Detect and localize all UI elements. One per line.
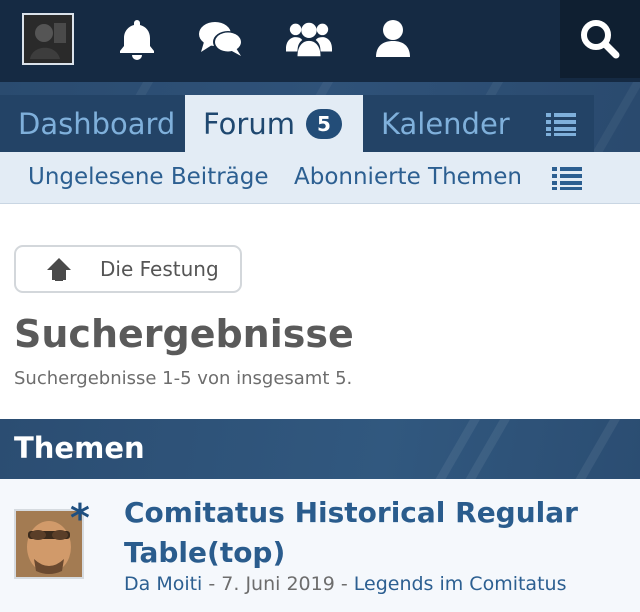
decor-stripe bbox=[586, 82, 640, 152]
search-icon bbox=[581, 20, 620, 59]
thread-author-link[interactable]: Da Moiti bbox=[124, 573, 202, 595]
breadcrumb-label: Die Festung bbox=[100, 257, 219, 281]
tab-label: Dashboard bbox=[18, 106, 176, 141]
section-title: Themen bbox=[14, 431, 145, 465]
thread-list-item: * Comitatus Historical Regular Table(top… bbox=[0, 479, 640, 612]
main-navigation: Dashboard Forum 5 Kalender bbox=[0, 82, 640, 152]
user-icon[interactable] bbox=[370, 16, 416, 62]
unread-count-badge: 5 bbox=[305, 108, 342, 139]
chat-bubbles-icon[interactable] bbox=[198, 16, 244, 62]
tab-dashboard[interactable]: Dashboard bbox=[0, 95, 185, 152]
tab-kalender[interactable]: Kalender bbox=[363, 95, 528, 152]
thread-board-link[interactable]: Legends im Comitatus bbox=[354, 573, 567, 595]
meta-separator: - bbox=[334, 573, 354, 595]
arrow-up-icon bbox=[44, 257, 74, 281]
breadcrumb-up-button[interactable]: Die Festung bbox=[14, 245, 242, 293]
thread-title-link[interactable]: Comitatus Historical Regular Table(top) bbox=[124, 493, 624, 573]
sub-navigation: Ungelesene Beiträge Abonnierte Themen bbox=[0, 152, 640, 204]
subnav-unread-posts[interactable]: Ungelesene Beiträge bbox=[28, 164, 269, 190]
search-button[interactable] bbox=[560, 0, 640, 78]
users-icon[interactable] bbox=[286, 16, 332, 62]
page-description: Suchergebnisse 1-5 von insgesamt 5. bbox=[14, 368, 353, 389]
top-bar bbox=[0, 0, 640, 82]
subnav-list-icon[interactable] bbox=[552, 166, 582, 194]
unread-marker: * bbox=[70, 496, 90, 540]
meta-separator: - bbox=[202, 573, 222, 595]
section-header: Themen bbox=[0, 419, 640, 479]
more-tabs-list-icon[interactable] bbox=[528, 95, 594, 152]
thread-date: 7. Juni 2019 bbox=[221, 573, 335, 595]
bell-icon[interactable] bbox=[114, 16, 160, 62]
tab-label: Kalender bbox=[381, 106, 510, 141]
decor-stripe bbox=[569, 419, 621, 479]
user-avatar[interactable] bbox=[22, 13, 74, 65]
subnav-subscribed-topics[interactable]: Abonnierte Themen bbox=[294, 164, 522, 190]
tab-forum[interactable]: Forum 5 bbox=[185, 95, 363, 152]
thread-meta: Da Moiti - 7. Juni 2019 - Legends im Com… bbox=[124, 573, 566, 595]
tab-label: Forum bbox=[203, 106, 295, 141]
page-title: Suchergebnisse bbox=[14, 312, 354, 356]
